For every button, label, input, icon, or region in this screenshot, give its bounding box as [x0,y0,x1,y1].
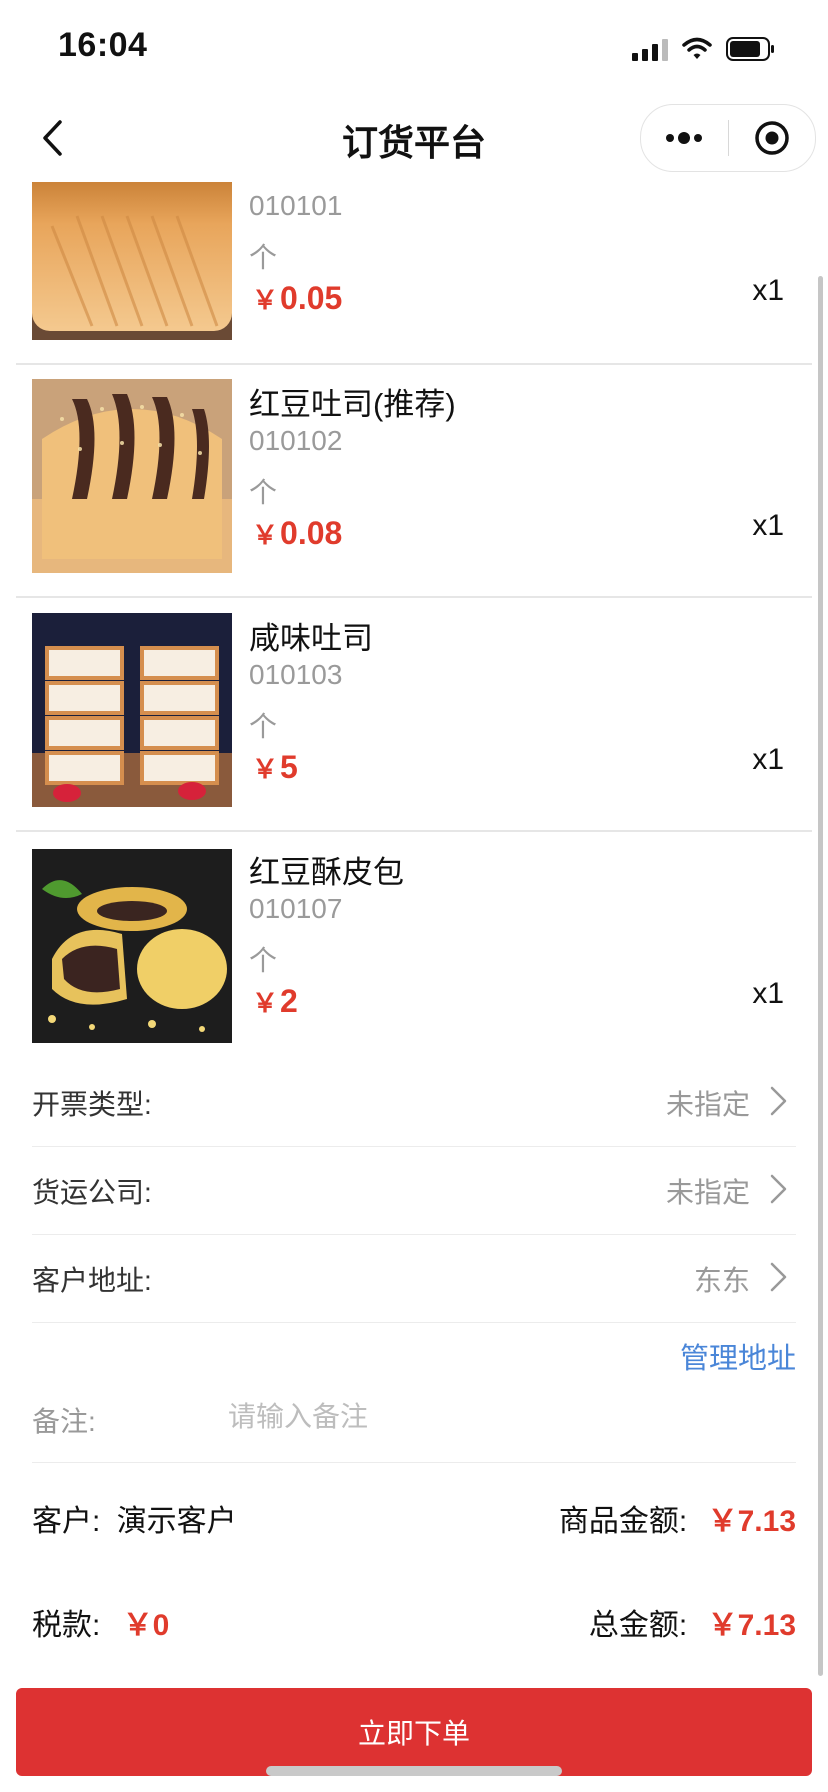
product-price: ￥0.08 [252,515,342,552]
home-indicator [266,1766,562,1776]
tax-label: 税款: [32,1609,101,1642]
close-miniprogram-button[interactable] [729,105,816,171]
customer-summary: 客户: 演示客户 [32,1496,237,1540]
product-name: 红豆吐司(推荐) [249,387,456,422]
chevron-right-icon [770,1086,787,1116]
product-row[interactable]: 红豆吐司(推荐) 010102 个 ￥0.08 x1 [16,363,812,598]
customer-address-value: 东东 [693,1265,750,1296]
product-price: ￥5 [252,749,298,786]
product-unit: 个 [249,242,278,273]
scroll-bar[interactable] [818,276,823,1676]
tax-value: ￥0 [122,1609,170,1642]
note-row: 备注: [32,1372,796,1463]
chevron-right-icon [770,1262,787,1292]
product-quantity: x1 [752,274,784,307]
customer-address-label: 客户地址: [32,1265,152,1296]
goods-amount-value: ￥7.13 [707,1505,796,1538]
freight-company-row[interactable]: 货运公司: 未指定 [32,1146,796,1235]
nav-bar: 订货平台 [0,94,828,182]
price-value: 0.05 [280,280,343,316]
product-quantity: x1 [752,743,784,776]
total-value: ￥7.13 [707,1609,796,1642]
currency-symbol: ￥ [252,754,279,784]
product-row[interactable]: 010101 个 ￥0.05 x1 [16,182,812,365]
total-summary: 总金额: ￥7.13 [589,1600,796,1644]
total-label: 总金额: [588,1609,688,1642]
currency-symbol: ￥ [252,520,279,550]
product-quantity: x1 [752,509,784,542]
wifi-icon [682,37,712,61]
freight-company-label: 货运公司: [32,1177,152,1208]
note-label: 备注: [32,1406,96,1437]
product-list: 010101 个 ￥0.05 x1 红豆吐司(推荐) 010102 个 ￥0.0… [0,182,828,1062]
invoice-type-label: 开票类型: [32,1089,152,1120]
product-code: 010107 [249,893,343,924]
product-unit: 个 [249,945,278,976]
product-image [32,182,232,340]
more-button[interactable] [641,105,728,171]
product-price: ￥2 [252,983,298,1020]
mini-program-capsule [640,104,816,172]
product-image [32,613,232,807]
cellular-signal-icon [632,37,668,61]
invoice-type-row[interactable]: 开票类型: 未指定 [32,1058,796,1147]
freight-company-value: 未指定 [665,1177,750,1208]
customer-address-row[interactable]: 客户地址: 东东 [32,1234,796,1323]
price-value: 5 [280,749,298,785]
status-bar: 16:04 [0,0,828,90]
price-value: 0.08 [280,515,343,551]
product-name: 咸味吐司 [249,621,373,656]
product-row[interactable]: 咸味吐司 010103 个 ￥5 x1 [16,597,812,832]
currency-symbol: ￥ [252,988,279,1018]
status-time: 16:04 [58,26,148,64]
status-icons [632,34,776,64]
goods-amount-label: 商品金额: [558,1505,688,1538]
manage-address-link[interactable]: 管理地址 [680,1335,796,1377]
goods-amount-summary: 商品金额: ￥7.13 [559,1496,796,1540]
product-image [32,849,232,1043]
customer-label: 客户: [32,1505,101,1538]
customer-value: 演示客户 [116,1505,237,1538]
more-dots-icon [666,132,703,144]
product-unit: 个 [249,711,278,742]
product-quantity: x1 [752,977,784,1010]
currency-symbol: ￥ [252,285,279,315]
tax-summary: 税款: ￥0 [32,1600,169,1644]
battery-icon [726,36,776,62]
product-unit: 个 [249,477,278,508]
product-image [32,379,232,573]
product-price: ￥0.05 [252,280,342,317]
place-order-button[interactable]: 立即下单 [16,1688,812,1776]
product-code: 010103 [249,659,343,690]
target-circle-icon [755,121,789,155]
product-code: 010102 [249,425,343,456]
product-code: 010101 [249,190,343,221]
price-value: 2 [280,983,298,1019]
chevron-right-icon [770,1174,787,1204]
invoice-type-value: 未指定 [665,1089,750,1120]
product-name: 红豆酥皮包 [249,855,404,890]
product-row[interactable]: 红豆酥皮包 010107 个 ￥2 x1 [16,831,812,1062]
note-input[interactable] [228,1392,788,1442]
